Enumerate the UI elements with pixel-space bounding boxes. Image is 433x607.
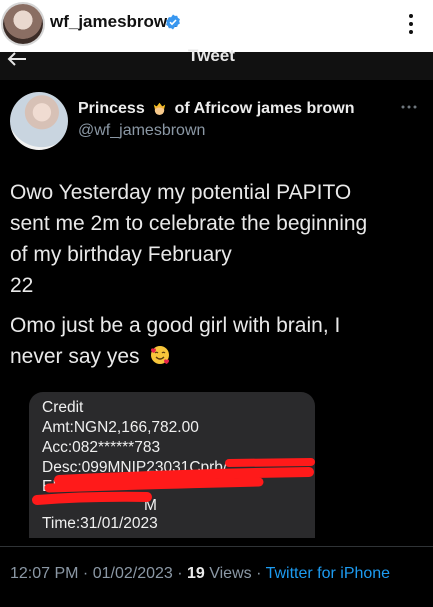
post-username[interactable]: wf_jamesbrown [50, 12, 178, 32]
princess-emoji-icon [154, 102, 166, 116]
nav-title: Tweet [188, 46, 235, 65]
tweet-time[interactable]: 12:07 PM [10, 565, 78, 582]
tweet-date[interactable]: 01/02/2023 [93, 565, 173, 582]
tweet-text: Owo Yesterday my potential PAPITO sent m… [10, 177, 425, 372]
redaction-scribble [32, 458, 315, 505]
tweet-paragraph-1: Owo Yesterday my potential PAPITO sent m… [10, 177, 425, 301]
views-count: 19 [187, 565, 205, 582]
author-avatar[interactable] [10, 92, 68, 150]
separator: · [172, 565, 187, 582]
tweet-line: Owo Yesterday my potential PAPITO [10, 181, 352, 204]
tweet-line: sent me 2m to celebrate the beginning [10, 212, 368, 235]
divider [0, 546, 433, 547]
smiling-hearts-emoji-icon [151, 346, 170, 364]
author-name-part1: Princess [78, 100, 145, 117]
tweet-paragraph-2: Omo just be a good girl with brain, I ne… [10, 310, 425, 372]
tweet-source-link[interactable]: Twitter for iPhone [266, 565, 391, 582]
author-handle[interactable]: @wf_jamesbrown [78, 122, 205, 140]
author-name-part2: of Africow james brown [174, 100, 355, 117]
back-arrow-icon[interactable] [6, 50, 28, 68]
views-label: Views [204, 565, 252, 582]
separator: · [78, 565, 93, 582]
author-name[interactable]: Princess of Africow james brown [78, 99, 355, 118]
tweet-line: 22 [10, 274, 34, 297]
separator: · [251, 565, 266, 582]
verified-badge-icon [166, 14, 180, 30]
more-vertical-icon[interactable] [406, 12, 416, 36]
tweet-line: of my birthday February [10, 243, 232, 266]
more-horizontal-icon[interactable] [400, 104, 418, 110]
tweet-line: never say yes [10, 345, 140, 368]
tweet-meta: 12:07 PM · 01/02/2023 · 19 Views · Twitt… [10, 565, 390, 583]
tweet-media-image[interactable]: Credit Amt:NGN2,166,782.00 Acc:082******… [29, 392, 315, 538]
instagram-post-header: wf_jamesbrown [0, 0, 433, 52]
profile-avatar[interactable] [3, 4, 43, 44]
tweet-line: Omo just be a good girl with brain, I [10, 314, 341, 337]
